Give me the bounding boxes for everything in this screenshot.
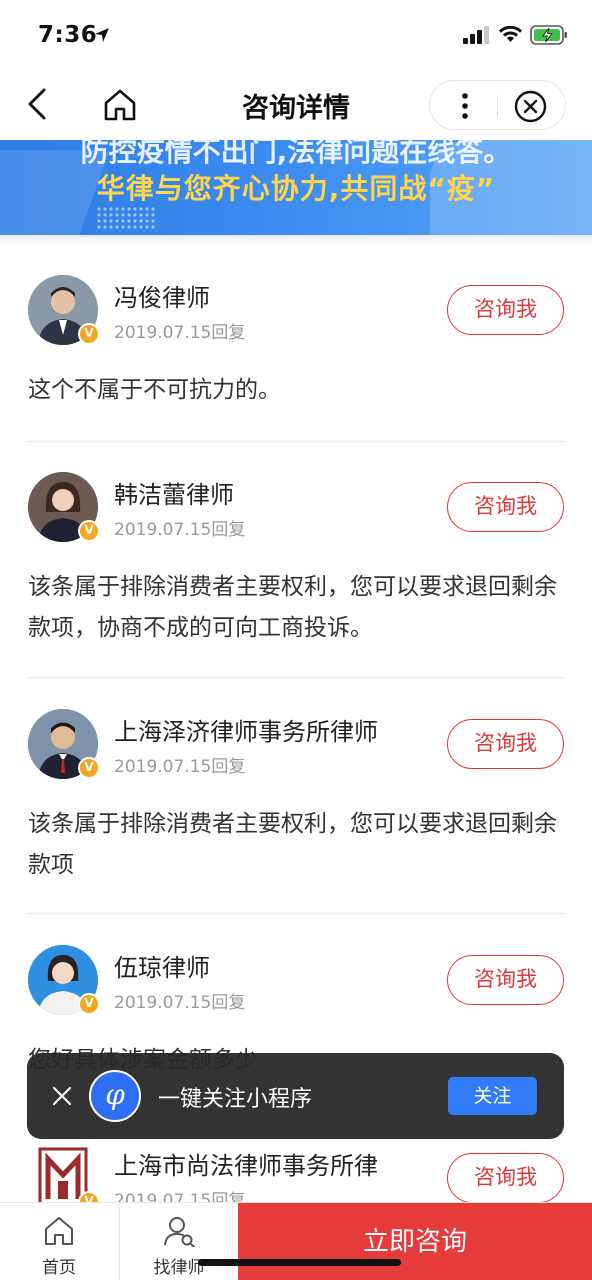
consult-now-button[interactable]: 立即咨询: [238, 1203, 592, 1280]
follow-miniprogram-toast: φ 一键关注小程序 关注: [27, 1053, 564, 1139]
home-indicator[interactable]: [198, 1259, 401, 1266]
tab-find-lawyer[interactable]: 找律师: [119, 1203, 237, 1280]
answer-text: 该条属于排除消费者主要权利，您可以要求退回剩余款项: [28, 811, 557, 878]
consult-me-button[interactable]: 咨询我: [447, 285, 564, 335]
answer-text: 这个不属于不可抗力的。: [28, 377, 281, 403]
divider: [28, 677, 564, 678]
verified-badge-icon: V: [78, 323, 100, 345]
banner-slogan-line1: 防控疫情不出门,法律问题在线答。: [80, 140, 512, 168]
battery-charging-icon: [530, 25, 567, 45]
verified-badge-icon: V: [78, 757, 100, 779]
divider: [28, 441, 564, 442]
tab-home[interactable]: 首页: [0, 1203, 118, 1280]
consult-me-button[interactable]: 咨询我: [447, 955, 564, 1005]
lawyer-name[interactable]: 冯俊律师: [114, 278, 210, 313]
bottom-tab-bar: 首页 找律师 立即咨询: [0, 1202, 592, 1280]
wifi-icon: [499, 25, 522, 42]
capsule-divider: [497, 95, 498, 117]
app-logo-icon: φ: [89, 1070, 141, 1122]
tab-home-label: 首页: [42, 1258, 76, 1278]
navigation-bar: 咨询详情: [0, 70, 592, 140]
cellular-signal-icon: [463, 26, 489, 44]
consult-me-button[interactable]: 咨询我: [447, 719, 564, 769]
status-bar: 7:36: [0, 0, 592, 70]
divider: [28, 913, 564, 914]
consult-me-button[interactable]: 咨询我: [447, 482, 564, 532]
miniprogram-capsule: [429, 80, 566, 130]
lawyer-name[interactable]: 伍琼律师: [114, 948, 210, 983]
home-icon: [45, 1217, 73, 1245]
reply-date: 2019.07.15回复: [114, 993, 246, 1013]
consult-me-button[interactable]: 咨询我: [447, 1153, 564, 1203]
reply-date: 2019.07.15回复: [114, 520, 246, 540]
verified-badge-icon: V: [78, 520, 100, 542]
banner-shadow: [0, 235, 592, 245]
location-arrow-icon: [95, 28, 109, 42]
close-miniprogram-icon[interactable]: [514, 90, 547, 123]
follow-button[interactable]: 关注: [448, 1077, 537, 1115]
promo-banner[interactable]: 防控疫情不出门,法律问题在线答。 华律与您齐心协力,共同战“疫”: [0, 140, 592, 235]
find-lawyer-icon: [164, 1217, 195, 1247]
lawyer-name[interactable]: 上海泽济律师事务所律师: [114, 712, 378, 747]
banner-dots-pattern: [96, 206, 156, 230]
more-options-icon[interactable]: [450, 91, 480, 121]
toast-message: 一键关注小程序: [158, 1087, 313, 1112]
status-time: 7:36: [38, 22, 98, 48]
lawyer-name[interactable]: 上海市尚法律师事务所律: [114, 1146, 378, 1181]
reply-date: 2019.07.15回复: [114, 757, 246, 777]
close-icon[interactable]: [51, 1085, 73, 1107]
answer-text: 该条属于排除消费者主要权利，您可以要求退回剩余款项，协商不成的可向工商投诉。: [28, 574, 557, 641]
banner-slogan-line2: 华律与您齐心协力,共同战“疫”: [96, 172, 496, 205]
verified-badge-icon: V: [78, 993, 100, 1015]
lawyer-name[interactable]: 韩洁蕾律师: [114, 475, 234, 510]
reply-date: 2019.07.15回复: [114, 323, 246, 343]
